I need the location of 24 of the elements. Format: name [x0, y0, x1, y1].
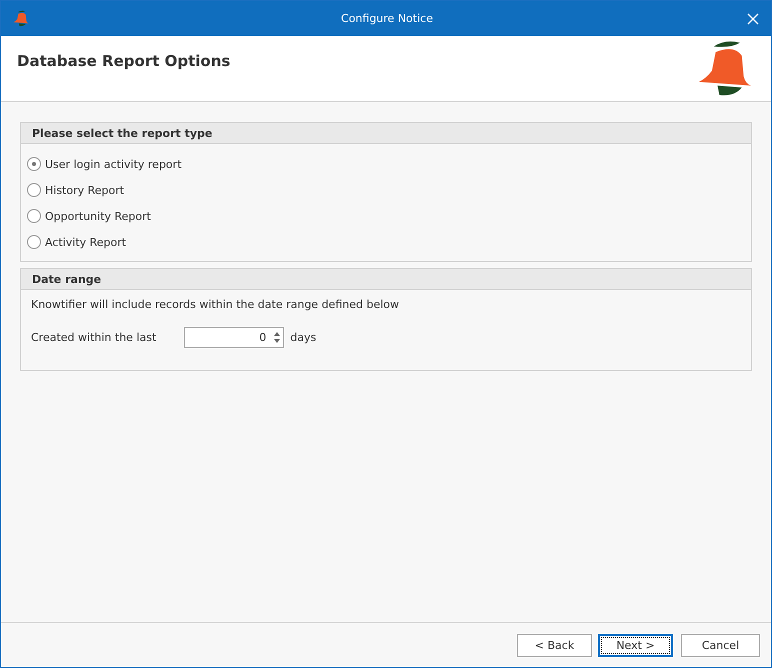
days-spin-field[interactable]: 0	[184, 327, 284, 348]
group-title: Date range	[21, 269, 751, 290]
close-icon	[746, 12, 759, 24]
radio-option[interactable]: Activity Report	[27, 229, 745, 255]
dialog-button[interactable]: < Back	[517, 634, 592, 656]
close-button[interactable]	[744, 10, 761, 26]
radio-button[interactable]	[27, 157, 41, 171]
dialog-button[interactable]: Cancel	[681, 634, 760, 656]
radio-option[interactable]: User login activity report	[27, 151, 745, 177]
page-title: Database Report Options	[17, 52, 230, 70]
description-text: Knowtifier will include records within the date range defined below	[31, 298, 400, 311]
radio-option[interactable]: Opportunity Report	[27, 203, 745, 229]
radio-button[interactable]	[27, 209, 41, 223]
bell-logo-icon	[697, 39, 753, 98]
window-title: Configure Notice	[341, 12, 433, 25]
unit-label: days	[290, 331, 316, 344]
spin-arrows-icon[interactable]	[274, 332, 280, 343]
field-label: Created within the last	[31, 331, 156, 344]
radio-button[interactable]	[27, 235, 41, 249]
radio-button[interactable]	[27, 183, 41, 197]
radio-option[interactable]: History Report	[27, 177, 745, 203]
dialog-button[interactable]: Next >	[598, 634, 673, 656]
bell-logo-icon	[13, 10, 29, 27]
group-title: Please select the report type	[21, 123, 751, 144]
